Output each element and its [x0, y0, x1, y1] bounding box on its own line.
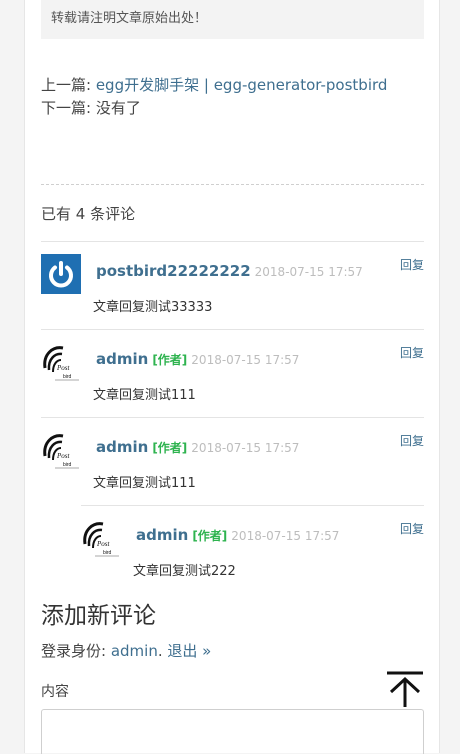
comment-time: 2018-07-15 17:57 [191, 353, 300, 367]
author-name[interactable]: admin [96, 438, 148, 456]
author-name[interactable]: postbird22222222 [96, 262, 251, 280]
reply-link[interactable]: 回复 [400, 432, 424, 449]
back-to-top-button[interactable] [385, 670, 425, 710]
svg-text:Post: Post [56, 364, 71, 372]
comment-time: 2018-07-15 17:57 [231, 529, 340, 543]
svg-text:Post: Post [96, 540, 111, 548]
comment-time: 2018-07-15 17:57 [191, 441, 300, 455]
prev-post-link[interactable]: egg开发脚手架 | egg-generator-postbird [96, 76, 388, 94]
avatar: Post bird [41, 342, 81, 382]
svg-text:bird: bird [103, 550, 112, 556]
comment-text: 文章回复测试111 [93, 476, 196, 491]
next-post-text: 没有了 [95, 99, 141, 117]
logout-link[interactable]: 退出 » [167, 642, 211, 660]
svg-text:Post: Post [56, 452, 71, 460]
repost-notice-text: 转载请注明文章原始出处！ [51, 11, 208, 26]
postbird-logo-icon: Post bird [81, 518, 121, 558]
login-separator: . [157, 642, 168, 660]
comment-author: admin [作者] 2018-07-15 17:57 [136, 526, 339, 544]
postbird-logo-icon: Post bird [41, 430, 81, 470]
avatar: Post bird [81, 518, 121, 558]
author-badge: [作者] [152, 353, 188, 367]
comment-item: Post bird admin [作者] 2018-07-15 17:57 文章回复… [41, 417, 424, 506]
add-comment-title: 添加新评论 [41, 603, 156, 629]
reply-link[interactable]: 回复 [400, 520, 424, 537]
comments-count: 已有 4 条评论 [41, 205, 136, 223]
comment-child-item: Post bird admin [作者] 2018-07-15 17:57 文章回复… [81, 505, 424, 586]
comment-text: 文章回复测试111 [93, 388, 196, 403]
reply-link[interactable]: 回复 [400, 344, 424, 361]
svg-text:bird: bird [63, 462, 72, 468]
author-name[interactable]: admin [136, 526, 188, 544]
author-badge: [作者] [192, 529, 228, 543]
svg-text:bird: bird [63, 374, 72, 380]
post-navigation: 上一篇: egg开发脚手架 | egg-generator-postbird 下… [41, 74, 387, 120]
arrow-up-to-line-icon [387, 671, 423, 707]
comment-text: 文章回复测试33333 [93, 300, 213, 315]
section-divider [41, 184, 424, 185]
comment-text: 文章回复测试222 [133, 564, 236, 579]
content-label: 内容 [41, 684, 69, 700]
prev-post: 上一篇: egg开发脚手架 | egg-generator-postbird [41, 74, 387, 97]
login-prefix: 登录身份: [41, 642, 111, 660]
login-status: 登录身份: admin. 退出 » [41, 640, 211, 661]
postbird-logo-icon: Post bird [41, 342, 81, 382]
author-badge: [作者] [152, 441, 188, 455]
comment-textarea[interactable] [41, 709, 424, 754]
comment-author: postbird22222222 2018-07-15 17:57 [96, 262, 363, 280]
comment-author: admin [作者] 2018-07-15 17:57 [96, 350, 299, 368]
repost-notice: 转载请注明文章原始出处！ [41, 0, 424, 39]
author-name[interactable]: admin [96, 350, 148, 368]
comment-author: admin [作者] 2018-07-15 17:57 [96, 438, 299, 456]
avatar: Post bird [41, 430, 81, 470]
next-post-label: 下一篇: [41, 99, 96, 117]
next-post: 下一篇: 没有了 [41, 97, 387, 120]
comment-time: 2018-07-15 17:57 [254, 265, 363, 279]
login-user-link[interactable]: admin [111, 642, 158, 660]
reply-link[interactable]: 回复 [400, 256, 424, 273]
comment-item: Post bird admin [作者] 2018-07-15 17:57 文章回复… [41, 329, 424, 418]
comment-item: postbird22222222 2018-07-15 17:57 文章回复测试3… [41, 241, 424, 330]
prev-post-label: 上一篇: [41, 76, 96, 94]
power-icon [41, 254, 81, 294]
avatar [41, 254, 81, 294]
article-page: 转载请注明文章原始出处！ 上一篇: egg开发脚手架 | egg-generat… [24, 0, 440, 754]
